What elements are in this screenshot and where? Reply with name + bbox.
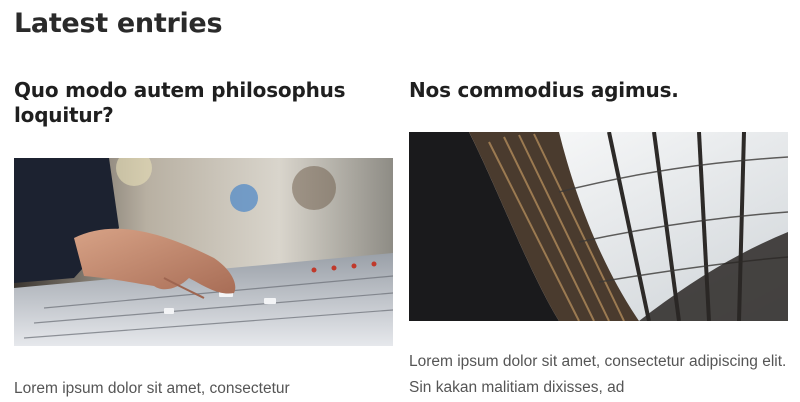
entry-title-link[interactable]: Nos commodius agimus.	[409, 78, 789, 106]
entry-card: Nos commodius agimus. Lorem ipsum dolor …	[409, 78, 789, 401]
entry-excerpt: Lorem ipsum dolor sit amet, consectetur	[14, 380, 290, 397]
entry-thumbnail-mixing-console[interactable]	[14, 158, 393, 346]
mixing-console-photo-icon	[14, 158, 393, 346]
entry-excerpt: Lorem ipsum dolor sit amet, consectetur …	[409, 353, 787, 396]
entry-thumbnail-library[interactable]	[409, 132, 788, 321]
section-title: Latest entries	[14, 8, 223, 39]
library-bookshelves-photo-icon	[409, 132, 788, 321]
entry-title-link[interactable]: Quo modo autem philosophus loquitur?	[14, 78, 394, 132]
entry-card: Quo modo autem philosophus loquitur? Lor…	[14, 78, 394, 402]
